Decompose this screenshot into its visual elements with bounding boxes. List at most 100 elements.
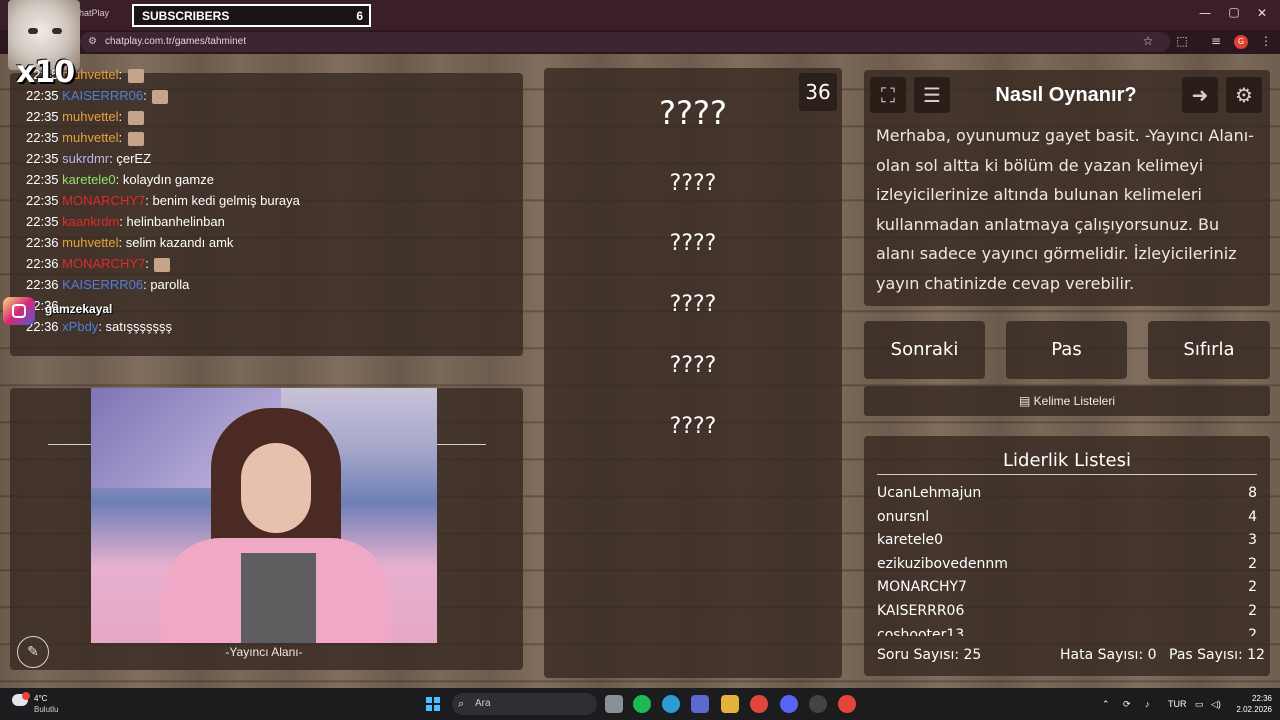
chat-message: 22:35 KAISERRR06:: [26, 88, 169, 104]
chat-username[interactable]: KAISERRR06: [62, 88, 143, 103]
reset-button[interactable]: Sıfırla: [1148, 321, 1270, 379]
player-name: KAISERRR06: [877, 602, 965, 619]
task-view-icon[interactable]: [605, 695, 623, 713]
leaderboard-row: ezikuzibovedennm 2: [877, 553, 1257, 577]
chat-username[interactable]: KAISERRR06: [62, 277, 143, 292]
url-text[interactable]: chatplay.com.tr/games/tahminet: [105, 36, 246, 47]
minimize-window-button[interactable]: —: [1195, 6, 1215, 20]
weather-temp[interactable]: 4°C: [34, 694, 47, 703]
exit-icon[interactable]: ➜: [1182, 77, 1218, 113]
clock-date: 2.02.2026: [1236, 705, 1272, 714]
chat-username[interactable]: xPbdy: [62, 319, 98, 334]
menu-icon[interactable]: ⋮: [1257, 34, 1275, 48]
chat-timestamp: 22:35: [26, 193, 59, 208]
profile-avatar[interactable]: G: [1234, 35, 1248, 49]
chat-message: 22:35 karetele0: kolaydın gamze: [26, 172, 214, 187]
subscribers-count: 6: [356, 9, 363, 23]
divider: [877, 474, 1257, 475]
pencil-tool-button[interactable]: ✎: [17, 636, 49, 668]
player-score: 8: [1248, 485, 1257, 501]
search-placeholder[interactable]: Ara: [475, 698, 491, 709]
edge-icon[interactable]: [662, 695, 680, 713]
sync-icon[interactable]: ⟳: [1123, 699, 1131, 710]
chat-text: selim kazandı amk: [125, 235, 234, 250]
microphone-icon[interactable]: ♪: [1145, 699, 1150, 709]
leaderboard-row: coshooter13 2: [877, 624, 1257, 636]
question-count: Soru Sayısı: 25: [877, 647, 982, 663]
chat-username[interactable]: muhvettel: [62, 130, 118, 145]
divider: [437, 444, 486, 445]
player-name: UcanLehmajun: [877, 485, 982, 501]
player-name: MONARCHY7: [877, 579, 967, 596]
player-score: 2: [1248, 579, 1257, 596]
obs-icon[interactable]: [809, 695, 827, 713]
store-icon[interactable]: [691, 695, 709, 713]
volume-icon[interactable]: ◁): [1211, 699, 1221, 710]
chat-username[interactable]: muhvettel: [62, 109, 118, 124]
next-button[interactable]: Sonraki: [864, 321, 985, 379]
close-window-button[interactable]: ✕: [1252, 6, 1272, 20]
site-info-icon[interactable]: ⚙: [88, 36, 97, 47]
word-lists-label: Kelime Listeleri: [1033, 394, 1116, 408]
player-name: onursnl: [877, 508, 930, 525]
chat-message: 22:36 KAISERRR06: parolla: [26, 277, 190, 292]
chat-timestamp: 22:35: [26, 88, 59, 103]
player-score: 2: [1248, 626, 1257, 636]
leaderboard-list[interactable]: UcanLehmajun 8 onursnl 4 karetele0 3 ezikuzibo…: [877, 482, 1257, 636]
chat-username[interactable]: MONARCHY7: [62, 256, 145, 271]
search-icon[interactable]: ⌕: [458, 697, 464, 711]
leaderboard-row: karetele0 3: [877, 529, 1257, 553]
clock[interactable]: 22:36 2.02.2026: [1236, 693, 1272, 715]
leaderboard-row: MONARCHY7 2: [877, 576, 1257, 600]
chat-username[interactable]: karetele0: [62, 172, 115, 187]
howto-text: Merhaba, oyunumuz gayet basit. -Yayıncı …: [876, 126, 1254, 293]
chat-username[interactable]: sukrdmr: [62, 151, 109, 166]
word-slot: ????: [669, 171, 717, 196]
chat-message: 22:36 muhvettel: selim kazandı amk: [26, 235, 234, 250]
weather-desc[interactable]: Bulutlu: [34, 705, 58, 714]
leaderboard-row: KAISERRR06 2: [877, 600, 1257, 624]
notes-icon[interactable]: ☰: [914, 77, 950, 113]
file-explorer-icon[interactable]: [721, 695, 739, 713]
leaderboard-title: Liderlik Listesi: [1003, 450, 1131, 471]
bookmark-star-icon[interactable]: ☆: [1139, 34, 1157, 48]
word-slot: ????: [669, 353, 717, 378]
chat-message: 22:35 muhvettel:: [26, 130, 144, 146]
chat-text: çerEZ: [116, 151, 152, 166]
taskbar-search[interactable]: [452, 693, 597, 715]
instagram-handle: gamzekayal: [45, 302, 113, 316]
word-lists-button[interactable]: ▤ Kelime Listeleri: [864, 386, 1270, 416]
pass-button[interactable]: Pas: [1006, 321, 1127, 379]
chat-message: 22:35 sukrdmr: çerEZ: [26, 151, 152, 166]
chat-timestamp: 22:35: [26, 109, 59, 124]
list-icon: ▤: [1018, 394, 1034, 408]
extensions-icon[interactable]: ⬚: [1173, 34, 1191, 48]
chrome-icon[interactable]: [750, 695, 768, 713]
pass-count: Pas Sayısı: 12: [1169, 647, 1265, 663]
chrome-active-icon[interactable]: [838, 695, 856, 713]
chat-text: helinbanhelinban: [126, 214, 225, 229]
tray-overflow-icon[interactable]: ⌃: [1102, 699, 1110, 710]
network-icon[interactable]: ▭: [1195, 699, 1204, 710]
chat-username[interactable]: muhvettel: [62, 235, 118, 250]
player-name: coshooter13: [877, 626, 965, 636]
settings-gear-icon[interactable]: ⚙: [1226, 77, 1262, 113]
chat-text: kolaydın gamze: [122, 172, 214, 187]
spotify-icon[interactable]: [633, 695, 651, 713]
maximize-window-button[interactable]: ▢: [1224, 5, 1244, 19]
error-count: Hata Sayısı: 0: [1060, 647, 1157, 663]
emote-icon: [152, 89, 169, 104]
reading-list-icon[interactable]: ≡: [1207, 34, 1225, 48]
discord-icon[interactable]: [780, 695, 798, 713]
emote-icon: [127, 131, 144, 146]
windows-start-icon[interactable]: [426, 697, 440, 711]
chat-timestamp: 22:35: [26, 151, 59, 166]
player-score: 4: [1248, 508, 1257, 525]
player-score: 2: [1248, 602, 1257, 619]
fullscreen-icon[interactable]: ⛶: [870, 77, 906, 113]
chat-username[interactable]: kaankrdm: [62, 214, 119, 229]
player-name: karetele0: [877, 532, 944, 549]
chat-username[interactable]: MONARCHY7: [62, 193, 145, 208]
divider: [48, 444, 91, 445]
language-indicator[interactable]: TUR: [1168, 699, 1187, 709]
